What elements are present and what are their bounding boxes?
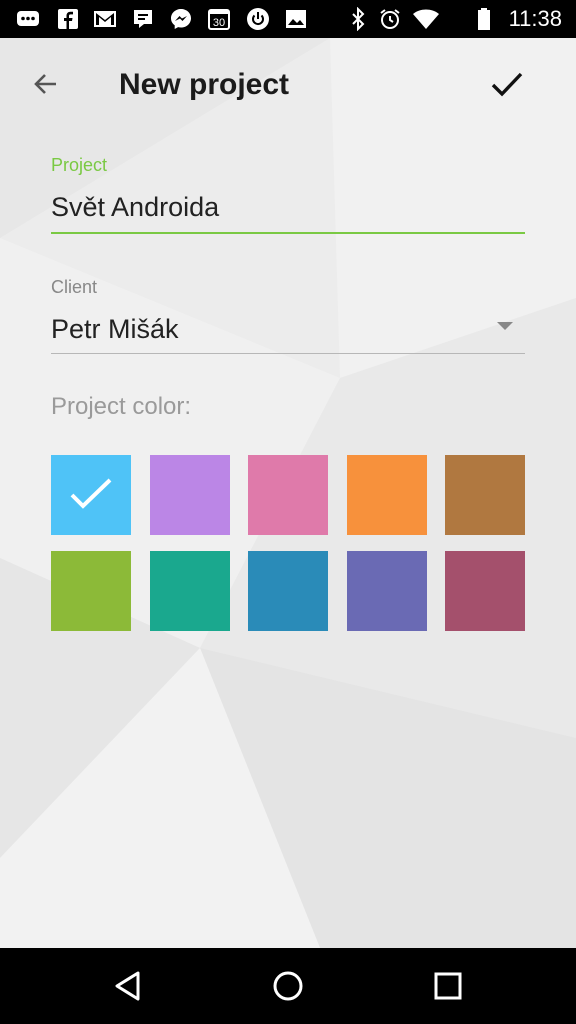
project-name-input[interactable]: Svět Androida — [51, 190, 525, 224]
client-field[interactable]: Client Petr Mišák — [51, 276, 525, 346]
facebook-icon — [58, 9, 78, 29]
svg-text:30: 30 — [213, 17, 225, 29]
project-field-underline — [51, 232, 525, 234]
selected-check-icon — [70, 478, 112, 509]
project-name-field[interactable]: Project Svět Androida — [51, 154, 525, 224]
color-swatch[interactable] — [445, 455, 525, 535]
client-field-underline — [51, 353, 525, 354]
power-icon — [247, 8, 269, 30]
arrow-back-icon[interactable] — [24, 63, 66, 105]
bluetooth-icon — [352, 7, 365, 31]
color-swatch[interactable] — [445, 551, 525, 631]
image-icon — [286, 10, 306, 28]
hangouts-icon — [134, 10, 152, 28]
checkmark-icon[interactable] — [486, 63, 528, 105]
app-toolbar: New project — [0, 38, 576, 130]
color-swatch[interactable] — [51, 455, 131, 535]
client-label: Client — [51, 277, 98, 297]
home-circle-icon[interactable] — [268, 966, 308, 1006]
battery-icon — [478, 8, 490, 30]
alarm-icon — [380, 9, 400, 29]
project-color-label: Project color: — [51, 393, 192, 420]
calendar-30-icon: 30 — [208, 9, 230, 30]
color-swatch[interactable] — [347, 455, 427, 535]
client-dropdown-value[interactable]: Petr Mišák — [51, 312, 525, 346]
chat-bubbles-icon — [17, 11, 39, 26]
color-swatch[interactable] — [150, 551, 230, 631]
messenger-icon — [171, 9, 191, 29]
back-triangle-icon[interactable] — [108, 966, 148, 1006]
wifi-icon — [413, 9, 439, 29]
recents-square-icon[interactable] — [428, 966, 468, 1006]
navigation-bar — [0, 948, 576, 1024]
dropdown-arrow-icon[interactable] — [497, 322, 513, 330]
color-swatch[interactable] — [51, 551, 131, 631]
gmail-icon — [94, 11, 116, 27]
status-bar: 30 11:38 — [0, 0, 576, 38]
color-swatch[interactable] — [248, 455, 328, 535]
color-swatch[interactable] — [347, 551, 427, 631]
clock: 11:38 — [508, 6, 562, 31]
color-swatch[interactable] — [150, 455, 230, 535]
page-title: New project — [119, 68, 290, 101]
color-swatch[interactable] — [248, 551, 328, 631]
project-label: Project — [51, 155, 108, 175]
